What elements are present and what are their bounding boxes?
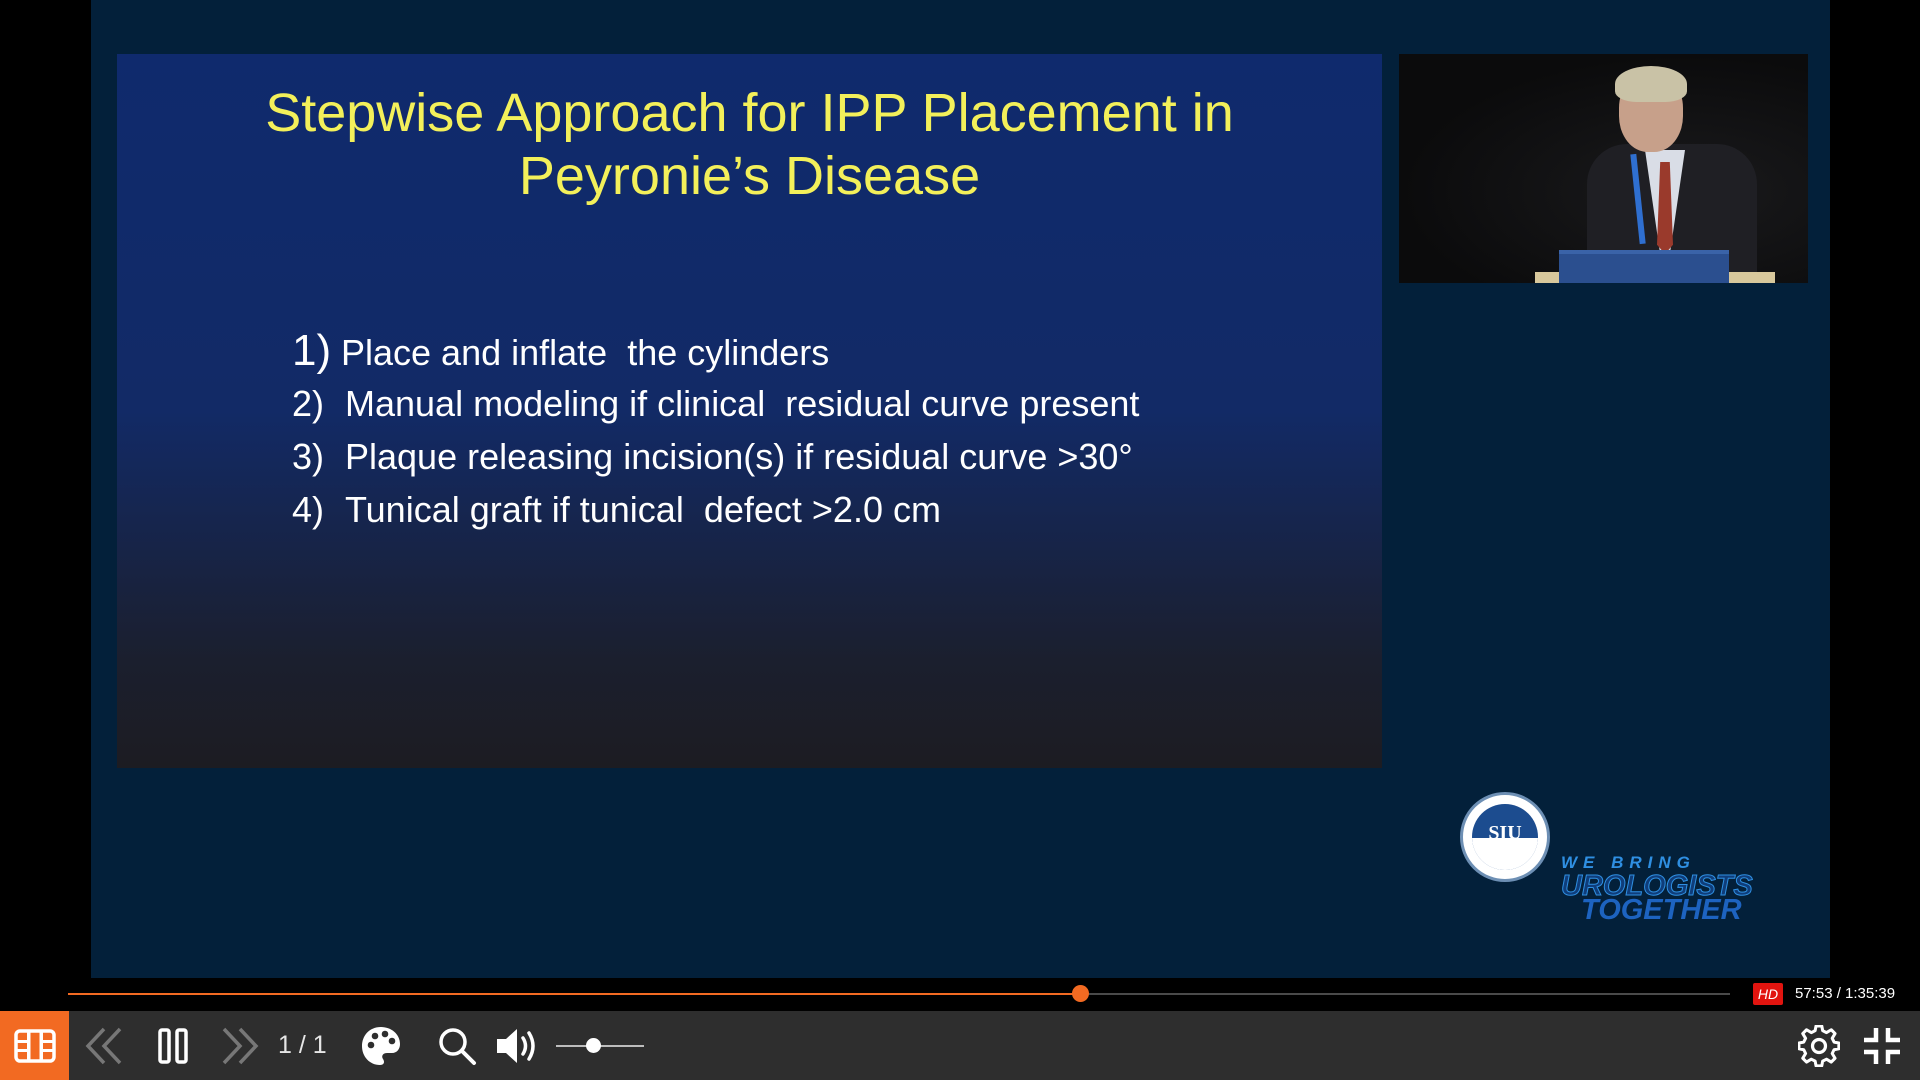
slide-step: 2) Manual modeling if clinical residual c…	[292, 377, 1139, 430]
step-text: Place and inflate the cylinders	[341, 332, 830, 373]
next-slide-button[interactable]	[218, 1025, 262, 1067]
slide-title-line-2: Peyronie’s Disease	[518, 146, 981, 206]
siu-logo: SIU	[1460, 792, 1550, 882]
step-number: 3)	[292, 436, 325, 477]
search-icon	[439, 1028, 476, 1065]
chevrons-left-icon	[85, 1027, 122, 1065]
exit-fullscreen-button[interactable]	[1861, 1025, 1903, 1067]
volume-slider-handle[interactable]	[585, 1038, 601, 1053]
speaker-video	[1399, 54, 1808, 283]
slogan-line-3: TOGETHER	[1581, 894, 1742, 926]
slide-title-line-1: Stepwise Approach for IPP Placement in	[265, 83, 1234, 143]
step-number: 4)	[292, 489, 325, 530]
progress-handle[interactable]	[1071, 985, 1089, 1002]
theme-button[interactable]	[359, 1025, 403, 1067]
step-text: Tunical graft if tunical defect >2.0 cm	[345, 489, 941, 530]
video-area[interactable]: Stepwise Approach for IPP Placement in P…	[91, 0, 1830, 978]
hd-quality-badge[interactable]: HD	[1753, 983, 1783, 1005]
pause-icon	[158, 1028, 188, 1064]
progress-played	[68, 993, 1080, 995]
lectern	[1559, 250, 1729, 283]
siu-logo-text: SIU	[1488, 822, 1522, 844]
speaker-volume-icon	[497, 1029, 535, 1063]
previous-slide-button[interactable]	[82, 1025, 126, 1067]
settings-button[interactable]	[1797, 1024, 1841, 1068]
speaker-hair	[1615, 66, 1687, 102]
palette-icon	[362, 1027, 400, 1065]
slide-step-list: 1) Place and inflate the cylinders 2) Manu…	[292, 324, 1139, 536]
siu-logo-emblem: SIU	[1472, 804, 1538, 870]
filmstrip-icon	[13, 1028, 56, 1063]
slide-step: 4) Tunical graft if tunical defect >2.0 c…	[292, 483, 1139, 536]
slides-toggle-button[interactable]	[0, 1011, 69, 1080]
control-bar: 1 / 1	[0, 1011, 1920, 1080]
gear-icon	[1798, 1025, 1840, 1067]
search-button[interactable]	[436, 1025, 478, 1067]
progress-bar[interactable]	[68, 985, 1730, 1002]
step-number: 1)	[292, 326, 332, 375]
slide-step: 1) Place and inflate the cylinders	[292, 324, 1139, 377]
exit-fullscreen-icon	[1864, 1028, 1900, 1064]
pause-button[interactable]	[156, 1025, 190, 1067]
volume-button[interactable]	[494, 1025, 542, 1067]
step-number: 2)	[292, 383, 325, 424]
slide-title: Stepwise Approach for IPP Placement in P…	[117, 82, 1382, 208]
step-text: Plaque releasing incision(s) if residual…	[345, 436, 1133, 477]
chevrons-right-icon	[222, 1027, 259, 1065]
presentation-slide: Stepwise Approach for IPP Placement in P…	[117, 54, 1382, 768]
slide-step: 3) Plaque releasing incision(s) if residu…	[292, 430, 1139, 483]
time-display: 57:53 / 1:35:39	[1795, 985, 1896, 1002]
step-text: Manual modeling if clinical residual cur…	[345, 383, 1140, 424]
slide-page-indicator: 1 / 1	[278, 1031, 327, 1059]
